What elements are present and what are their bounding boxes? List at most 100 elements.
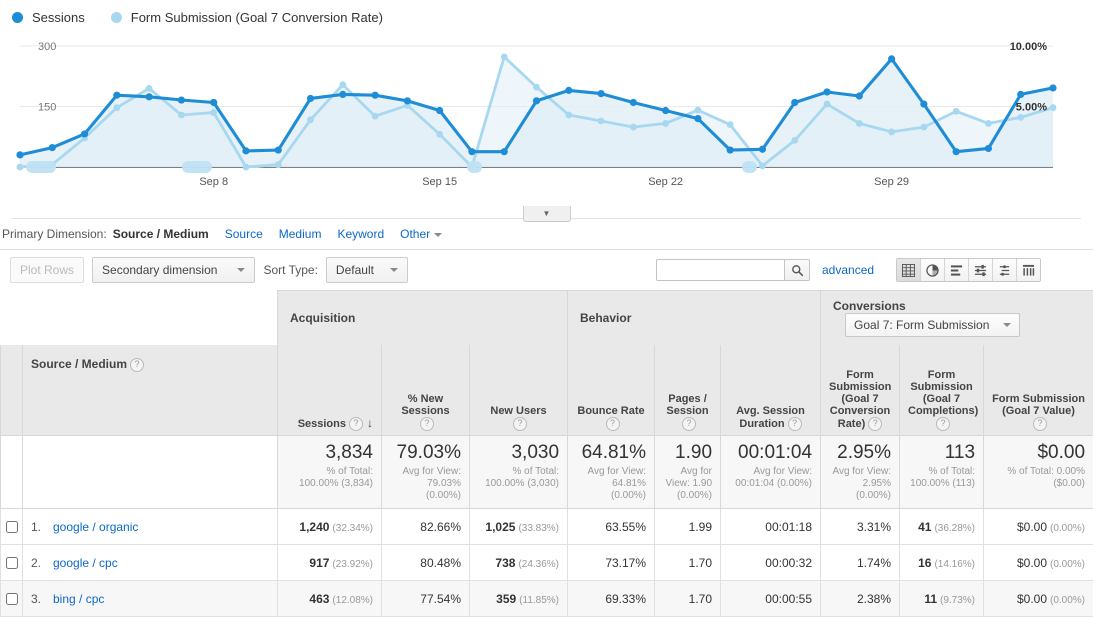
table-view-icon[interactable] (897, 259, 921, 281)
header-sessions[interactable]: Sessions? ↓ (278, 345, 382, 436)
search-icon (791, 264, 804, 277)
help-icon[interactable]: ? (513, 417, 527, 431)
table-toolbar: Plot Rows Secondary dimension Sort Type:… (0, 249, 1093, 290)
header-sessions-label: Sessions (298, 418, 346, 430)
row-checkbox-cell[interactable] (1, 545, 23, 581)
goal-select-button[interactable]: Goal 7: Form Submission (845, 313, 1020, 337)
sort-type-button[interactable]: Default (326, 257, 408, 283)
help-icon[interactable]: ? (349, 417, 363, 431)
row-source-link[interactable]: google / organic (53, 520, 138, 534)
header-percent-new-sessions[interactable]: % New Sessions? (382, 345, 470, 436)
advanced-link[interactable]: advanced (822, 263, 874, 277)
sort-type-label: Sort Type: (263, 263, 317, 277)
term-cloud-icon (998, 264, 1011, 277)
help-icon[interactable]: ? (1033, 417, 1047, 431)
row-avg-session-duration: 00:01:18 (721, 509, 821, 545)
table-row[interactable]: 3.bing / cpc 463(12.08%) 77.54% 359(11.8… (1, 581, 1093, 617)
performance-bar-view-icon[interactable] (945, 259, 969, 281)
row-goal-conversion-rate: 1.74% (821, 545, 900, 581)
sort-desc-icon[interactable]: ↓ (367, 416, 373, 430)
plot-rows-button[interactable]: Plot Rows (10, 257, 84, 283)
primary-dimension-keyword[interactable]: Keyword (337, 227, 384, 241)
table-row[interactable]: 1.google / organic 1,240(32.34%) 82.66% … (1, 509, 1093, 545)
secondary-dimension-label: Secondary dimension (102, 263, 217, 277)
header-avg-session-duration[interactable]: Avg. Session Duration? (721, 345, 821, 436)
primary-dimension-medium[interactable]: Medium (279, 227, 322, 241)
row-goal-value-pct: (0.00%) (1050, 559, 1085, 570)
chevron-down-icon[interactable]: ▼ (523, 206, 571, 222)
goal-select-value: Goal 7: Form Submission (854, 318, 989, 332)
view-type-icons (896, 258, 1041, 282)
group-conversions: Conversions Goal 7: Form Submission (821, 291, 1093, 346)
help-icon[interactable]: ? (868, 417, 882, 431)
svg-text:Sep 22: Sep 22 (648, 176, 683, 188)
summary-percent-new-sessions: 79.03% Avg for View: 79.03% (0.00%) (382, 436, 470, 509)
primary-dimension-active[interactable]: Source / Medium (113, 227, 209, 241)
search-area: advanced (656, 258, 1041, 282)
secondary-dimension-button[interactable]: Secondary dimension (92, 257, 255, 283)
header-percent-new-sessions-label: % New Sessions (401, 393, 449, 417)
timeline-chart[interactable]: 30015010.00%5.00%Sep 8Sep 15Sep 22Sep 29 (12, 34, 1081, 196)
help-icon[interactable]: ? (682, 417, 696, 431)
header-goal-value[interactable]: Form Submission (Goal 7 Value)? (984, 345, 1093, 436)
search-input[interactable] (656, 259, 784, 281)
comparison-icon (974, 264, 987, 277)
comparison-view-icon[interactable] (969, 259, 993, 281)
row-goal-value: $0.00(0.00%) (984, 509, 1093, 545)
header-new-users[interactable]: New Users? (470, 345, 568, 436)
row-sessions-pct: (32.34%) (332, 523, 373, 534)
row-checkbox[interactable] (6, 521, 18, 533)
help-icon[interactable]: ? (130, 358, 144, 372)
legend-item-goal-conversion-rate[interactable]: Form Submission (Goal 7 Conversion Rate) (111, 10, 383, 25)
table-row[interactable]: 2.google / cpc 917(23.92%) 80.48% 738(24… (1, 545, 1093, 581)
legend-item-sessions[interactable]: Sessions (12, 10, 85, 25)
help-icon[interactable]: ? (420, 417, 434, 431)
row-source-medium: 1.google / organic (23, 509, 278, 545)
row-checkbox-cell[interactable] (1, 509, 23, 545)
row-goal-completions-pct: (14.16%) (934, 559, 975, 570)
summary-value: 00:01:04 (729, 442, 812, 464)
primary-dimension-source[interactable]: Source (225, 227, 263, 241)
chart-canvas[interactable]: 30015010.00%5.00%Sep 8Sep 15Sep 22Sep 29 (12, 34, 1081, 196)
row-sessions: 463(12.08%) (278, 581, 382, 617)
help-icon[interactable]: ? (606, 417, 620, 431)
help-icon[interactable]: ? (788, 417, 802, 431)
search-button[interactable] (784, 259, 810, 281)
summary-sub: Avg for View: 1.90 (0.00%) (663, 466, 712, 502)
summary-sub: Avg for View: 00:01:04 (0.00%) (729, 466, 812, 490)
row-goal-completions-value: 11 (924, 592, 937, 606)
header-bounce-rate[interactable]: Bounce Rate? (568, 345, 655, 436)
row-goal-value-value: $0.00 (1017, 556, 1047, 570)
summary-sub: Avg for View: 2.95% (0.00%) (829, 466, 891, 502)
header-goal-value-label: Form Submission (Goal 7 Value) (992, 393, 1085, 417)
header-new-users-label: New Users (490, 405, 546, 417)
pivot-view-icon[interactable] (1017, 259, 1040, 281)
row-checkbox[interactable] (6, 557, 18, 569)
summary-value: 64.81% (576, 442, 646, 464)
header-bounce-rate-label: Bounce Rate (577, 405, 644, 417)
row-checkbox-cell[interactable] (1, 581, 23, 617)
summary-goal-conversion-rate: 2.95% Avg for View: 2.95% (0.00%) (821, 436, 900, 509)
help-icon[interactable]: ? (936, 417, 950, 431)
term-cloud-view-icon[interactable] (993, 259, 1017, 281)
row-new-users: 738(24.36%) (470, 545, 568, 581)
header-goal-conversion-rate[interactable]: Form Submission (Goal 7 Conversion Rate)… (821, 345, 900, 436)
row-new-users-pct: (24.36%) (518, 559, 559, 570)
header-goal-completions[interactable]: Form Submission (Goal 7 Completions)? (900, 345, 984, 436)
group-acquisition: Acquisition (278, 291, 568, 346)
group-conversions-label: Conversions (833, 299, 906, 313)
header-source-medium[interactable]: Source / Medium? (23, 345, 278, 436)
svg-text:150: 150 (38, 102, 56, 114)
row-checkbox[interactable] (6, 593, 18, 605)
summary-sub: Avg for View: 64.81% (0.00%) (576, 466, 646, 502)
header-pages-session[interactable]: Pages / Session? (655, 345, 721, 436)
row-source-link[interactable]: bing / cpc (53, 592, 104, 606)
group-spacer (23, 291, 278, 346)
primary-dimension-other[interactable]: Other (400, 227, 442, 241)
date-range-slider[interactable]: ▼ (12, 196, 1081, 219)
row-source-link[interactable]: google / cpc (53, 556, 118, 570)
header-goal-conversion-rate-label: Form Submission (Goal 7 Conversion Rate) (829, 369, 891, 430)
percentage-pie-view-icon[interactable] (921, 259, 945, 281)
row-index: 2. (31, 556, 53, 570)
table-group-header-row: Acquisition Behavior Conversions Goal 7:… (1, 291, 1093, 346)
